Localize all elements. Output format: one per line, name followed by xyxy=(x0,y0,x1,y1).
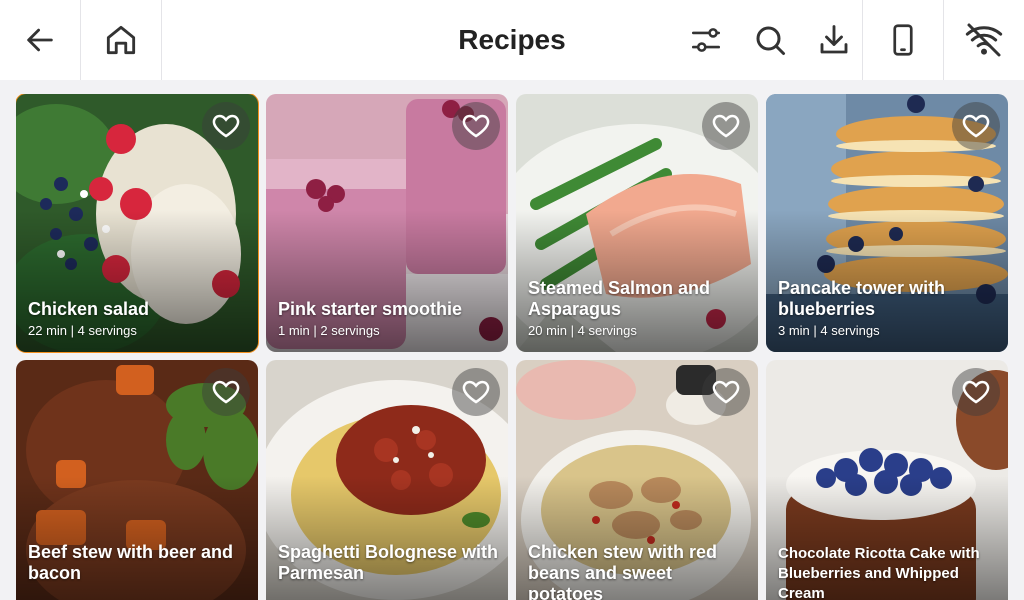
home-icon xyxy=(106,25,136,55)
heart-icon xyxy=(462,380,490,404)
wifi-status-button[interactable] xyxy=(944,0,1024,80)
filter-sliders-icon xyxy=(691,28,721,52)
download-icon xyxy=(820,25,848,54)
recipe-name: Pancake tower with blueberries xyxy=(778,278,946,319)
recipe-name: Chicken stew with red beans and sweet po… xyxy=(528,542,718,600)
recipe-meta: 22 min | 4 servings xyxy=(28,323,137,338)
recipe-name: Chocolate Ricotta Cake with Blueberries … xyxy=(778,545,980,600)
device-icon xyxy=(893,24,913,56)
recipe-card-chocolate-cake[interactable]: Chocolate Ricotta Cake with Blueberries … xyxy=(766,360,1008,600)
recipe-grid: Chicken salad 22 min | 4 servings Pink s… xyxy=(16,94,1008,600)
recipe-name: Chicken salad xyxy=(28,299,150,319)
back-button[interactable] xyxy=(0,0,80,80)
filter-button[interactable] xyxy=(674,0,738,80)
favorite-button[interactable] xyxy=(452,102,500,150)
heart-icon xyxy=(212,380,240,404)
search-button[interactable] xyxy=(738,0,802,80)
heart-icon xyxy=(212,114,240,138)
recipe-card-pancakes[interactable]: Pancake tower with blueberries 3 min | 4… xyxy=(766,94,1008,352)
device-button[interactable] xyxy=(863,0,943,80)
heart-icon xyxy=(462,114,490,138)
recipe-meta: 1 min | 2 servings xyxy=(278,323,380,338)
download-button[interactable] xyxy=(802,0,866,80)
recipe-card-chicken-salad[interactable]: Chicken salad 22 min | 4 servings xyxy=(16,94,259,353)
favorite-button[interactable] xyxy=(202,368,250,416)
recipe-card-pink-smoothie[interactable]: Pink starter smoothie 1 min | 2 servings xyxy=(266,94,508,352)
favorite-button[interactable] xyxy=(702,368,750,416)
favorite-button[interactable] xyxy=(702,102,750,150)
heart-icon xyxy=(962,380,990,404)
favorite-button[interactable] xyxy=(452,368,500,416)
heart-icon xyxy=(712,114,740,138)
search-icon xyxy=(756,26,785,55)
recipe-name: Beef stew with beer and bacon xyxy=(28,542,234,583)
recipe-name: Pink starter smoothie xyxy=(278,299,463,319)
recipe-name: Spaghetti Bolognese with Parmesan xyxy=(278,542,499,583)
favorite-button[interactable] xyxy=(952,102,1000,150)
recipe-card-salmon[interactable]: Steamed Salmon and Asparagus 20 min | 4 … xyxy=(516,94,758,352)
top-app-bar: Recipes xyxy=(0,0,1024,80)
divider xyxy=(161,0,162,80)
recipe-name: Steamed Salmon and Asparagus xyxy=(528,278,711,319)
recipe-card-beef-stew[interactable]: Beef stew with beer and bacon xyxy=(16,360,258,600)
recipe-card-chicken-stew[interactable]: Chicken stew with red beans and sweet po… xyxy=(516,360,758,600)
favorite-button[interactable] xyxy=(952,368,1000,416)
wifi-off-icon xyxy=(965,23,1003,57)
back-arrow-icon xyxy=(27,28,53,52)
heart-icon xyxy=(962,114,990,138)
heart-icon xyxy=(712,380,740,404)
home-button[interactable] xyxy=(81,0,161,80)
recipe-meta: 20 min | 4 servings xyxy=(528,323,637,338)
recipe-meta: 3 min | 4 servings xyxy=(778,323,880,338)
recipe-card-spaghetti[interactable]: Spaghetti Bolognese with Parmesan xyxy=(266,360,508,600)
favorite-button[interactable] xyxy=(202,102,250,150)
